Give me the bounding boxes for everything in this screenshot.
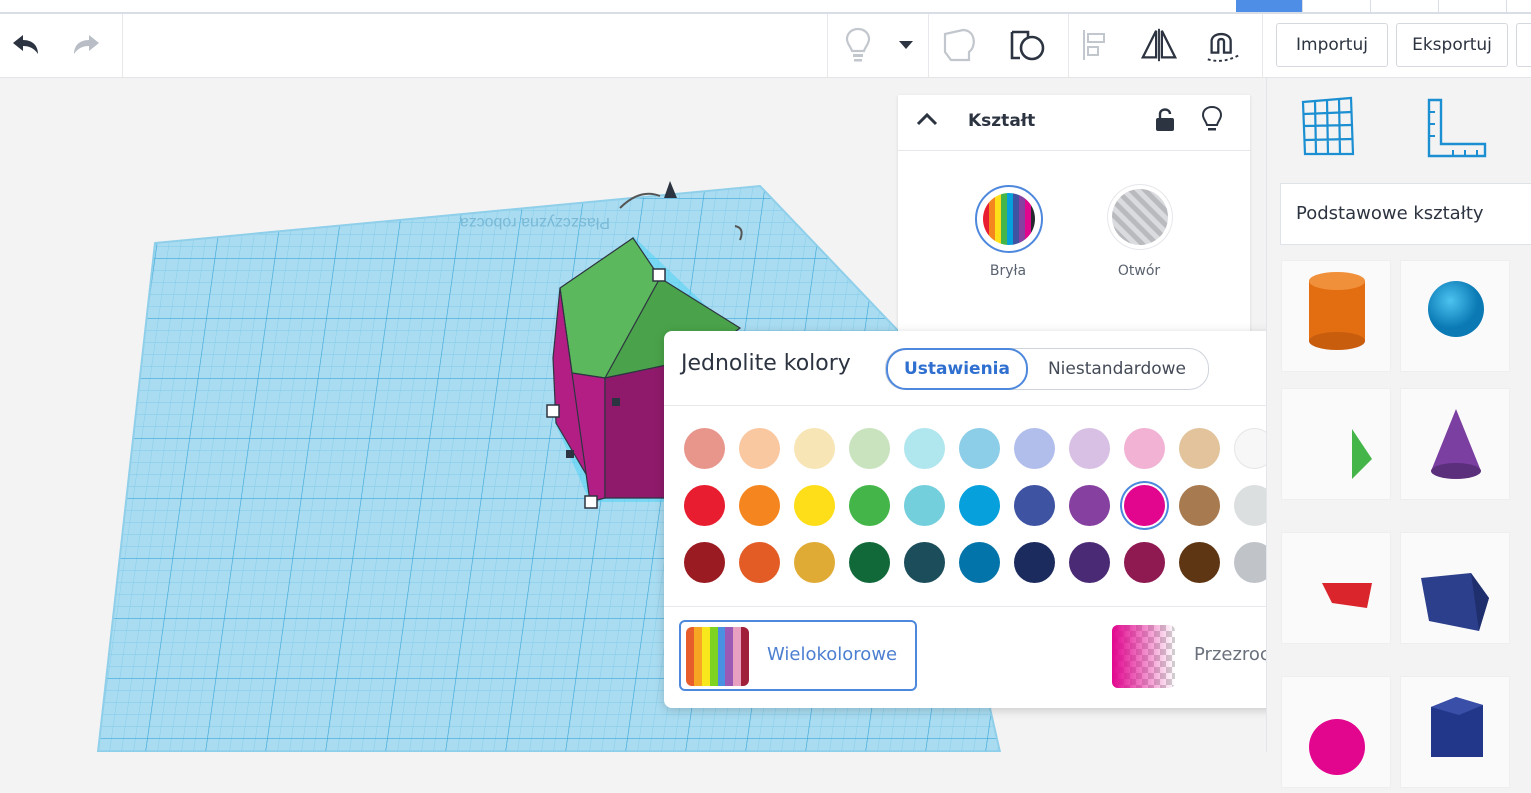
solid-label: Bryła: [989, 263, 1027, 279]
box-shape[interactable]: [1281, 388, 1391, 500]
toolbar-separator: [928, 14, 929, 77]
color-swatch[interactable]: [684, 428, 725, 469]
top-tab[interactable]: [1438, 0, 1505, 12]
color-swatch[interactable]: [1179, 485, 1220, 526]
color-swatch[interactable]: [739, 428, 780, 469]
color-swatch[interactable]: [739, 485, 780, 526]
color-swatch[interactable]: [1069, 485, 1110, 526]
color-swatch[interactable]: [959, 428, 1000, 469]
toolbar-separator: [122, 14, 123, 77]
color-swatch[interactable]: [849, 485, 890, 526]
color-swatch[interactable]: [794, 542, 835, 583]
top-tab[interactable]: [1506, 0, 1531, 12]
color-swatch[interactable]: [849, 542, 890, 583]
lightbulb-icon[interactable]: [838, 25, 878, 65]
cruise-icon[interactable]: [1204, 25, 1244, 65]
color-swatch-grid: [664, 405, 1352, 607]
popover-title: Jednolite kolory: [681, 351, 851, 376]
stripe: [693, 627, 702, 686]
workplane-label: Płaszczyzna robocza: [460, 214, 610, 231]
export-button[interactable]: Eksportuj: [1396, 23, 1508, 67]
color-swatch[interactable]: [959, 542, 1000, 583]
workplane-grid-icon[interactable]: [1299, 96, 1357, 162]
heart-shape[interactable]: [1281, 676, 1391, 788]
color-swatch[interactable]: [1014, 542, 1055, 583]
rainbow-swatch-icon: [983, 193, 1035, 245]
lightbulb-icon[interactable]: [1200, 105, 1224, 139]
stripe: [686, 627, 694, 686]
ruler-icon[interactable]: [1427, 98, 1487, 162]
stripe: [701, 627, 710, 686]
dropdown-icon[interactable]: [886, 25, 926, 65]
toolbar-separator: [827, 14, 828, 77]
redo-icon[interactable]: [68, 25, 108, 65]
polygon-shape[interactable]: [1400, 532, 1510, 644]
unlock-icon[interactable]: [1154, 107, 1176, 137]
group-icon[interactable]: [1008, 25, 1048, 65]
send-to-button[interactable]: [1516, 23, 1531, 67]
color-swatch[interactable]: [684, 542, 725, 583]
color-swatch[interactable]: [1179, 428, 1220, 469]
hexagonal-prism-shape[interactable]: [1400, 676, 1510, 788]
cylinder-shape[interactable]: [1281, 260, 1391, 372]
top-tab-active[interactable]: [1236, 0, 1302, 12]
undo-icon[interactable]: [4, 25, 44, 65]
color-swatch[interactable]: [1124, 428, 1165, 469]
shape-inspector: Kształt Bryła Otwór: [898, 95, 1250, 335]
solid-button[interactable]: [975, 185, 1043, 253]
align-icon[interactable]: [1076, 25, 1116, 65]
cone-shape[interactable]: [1400, 388, 1510, 500]
color-swatch[interactable]: [794, 428, 835, 469]
top-tab[interactable]: [1370, 0, 1437, 12]
color-swatch[interactable]: [1179, 542, 1220, 583]
toolbar-separator: [1068, 14, 1069, 77]
stripe: [741, 627, 749, 686]
tab-settings[interactable]: Ustawienia: [886, 348, 1028, 390]
color-popover: Jednolite kolory Ustawienia Niestandardo…: [664, 331, 1352, 708]
shapes-panel: Podstawowe kształty: [1266, 78, 1531, 788]
color-swatch[interactable]: [904, 542, 945, 583]
import-button[interactable]: Importuj: [1276, 23, 1388, 67]
shape-category-label: Podstawowe kształty: [1296, 203, 1484, 224]
hole-stripes-icon: [1112, 189, 1168, 245]
inspector-title: Kształt: [968, 111, 1036, 131]
stripe: [717, 627, 726, 686]
shape-category-select[interactable]: Podstawowe kształty: [1280, 183, 1531, 245]
color-swatch[interactable]: [904, 428, 945, 469]
color-swatch[interactable]: [1069, 428, 1110, 469]
multicolor-button[interactable]: Wielokolorowe: [679, 620, 917, 691]
text-shape[interactable]: [1281, 532, 1391, 644]
color-swatch[interactable]: [904, 485, 945, 526]
color-swatch[interactable]: [1014, 485, 1055, 526]
transparent-button[interactable]: [1112, 625, 1175, 688]
color-mode-toggle: Ustawienia Niestandardowe: [885, 348, 1209, 390]
toolbar-separator: [1262, 14, 1263, 77]
sphere-shape[interactable]: [1400, 260, 1510, 372]
hole-button[interactable]: [1108, 185, 1172, 249]
transparent-swatch-icon: [1112, 625, 1175, 688]
color-swatch[interactable]: [739, 542, 780, 583]
color-swatch[interactable]: [1124, 485, 1165, 526]
multicolor-swatch-icon: [686, 627, 749, 686]
stripe: [733, 627, 742, 686]
color-swatch[interactable]: [1069, 542, 1110, 583]
mirror-icon[interactable]: [1139, 25, 1179, 65]
color-swatch[interactable]: [1124, 542, 1165, 583]
stripe: [709, 627, 718, 686]
top-tab[interactable]: [1302, 0, 1369, 12]
popover-caret: [994, 316, 1026, 332]
hole-label: Otwór: [1117, 263, 1161, 279]
color-swatch[interactable]: [849, 428, 890, 469]
color-swatch[interactable]: [959, 485, 1000, 526]
color-swatch[interactable]: [684, 485, 725, 526]
color-swatch[interactable]: [1014, 428, 1055, 469]
tab-custom[interactable]: Niestandardowe: [1028, 349, 1206, 389]
shape-outline-icon[interactable]: [940, 25, 980, 65]
multicolor-label: Wielokolorowe: [767, 644, 898, 665]
collapse-icon[interactable]: [916, 111, 938, 131]
stripe: [725, 627, 734, 686]
color-swatch[interactable]: [794, 485, 835, 526]
inspector-header: Kształt: [898, 95, 1250, 151]
